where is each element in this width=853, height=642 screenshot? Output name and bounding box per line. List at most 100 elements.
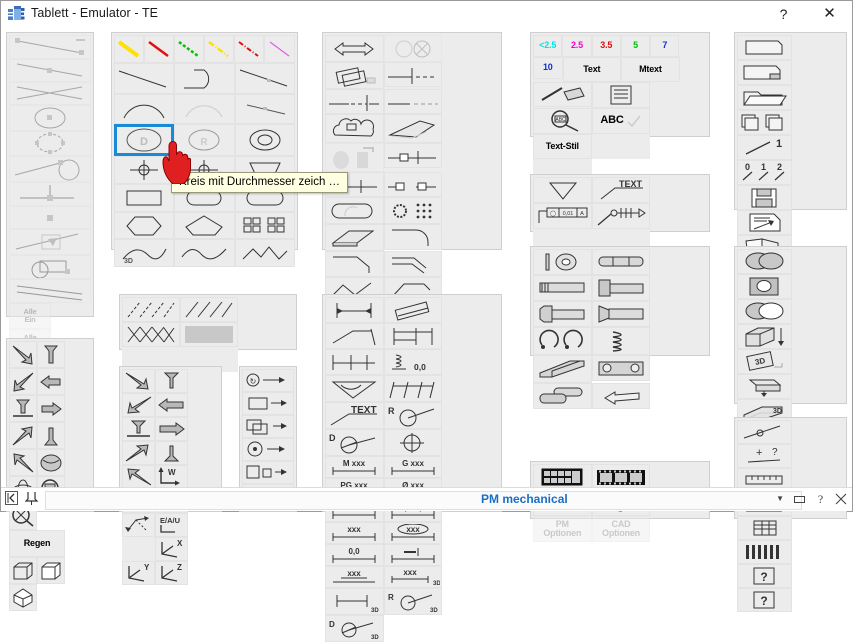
arc-3point-icon[interactable]	[174, 94, 235, 124]
stretch-icon[interactable]	[325, 35, 384, 62]
text-empty-a[interactable]	[591, 134, 651, 159]
mirror-disabled-icon[interactable]	[325, 143, 384, 172]
snap-cell[interactable]	[9, 255, 91, 279]
snap-cell[interactable]	[9, 279, 91, 303]
regen-button[interactable]: Regen	[9, 530, 65, 557]
command-input[interactable]	[45, 491, 802, 510]
open-folder-icon[interactable]	[737, 85, 792, 110]
snap-cell[interactable]	[9, 156, 91, 182]
resize-icon[interactable]	[835, 493, 848, 505]
pan-down-icon[interactable]	[37, 341, 65, 368]
scale-3d-icon[interactable]	[737, 540, 792, 564]
mirror-3d-icon[interactable]	[737, 516, 792, 540]
dim-metric-thread-icon[interactable]: M xxx	[325, 456, 384, 478]
threaded-rod-icon[interactable]	[533, 275, 592, 301]
wedge-solid-icon[interactable]	[383, 114, 443, 143]
circle-radius-icon[interactable]: R	[174, 124, 235, 156]
shaded-box-icon[interactable]	[9, 584, 37, 611]
pan-ne-icon[interactable]	[9, 368, 37, 395]
rotate-disabled-icon[interactable]	[383, 35, 443, 62]
donut-icon[interactable]	[234, 124, 295, 156]
copy-sheets-icon[interactable]	[737, 110, 792, 135]
arrow-block-icon[interactable]	[591, 383, 651, 409]
pentagon-icon[interactable]	[174, 212, 235, 239]
text-height-5[interactable]: 5	[620, 35, 651, 57]
line-segment-icon[interactable]	[234, 63, 295, 94]
text-edit-icon[interactable]	[533, 82, 592, 107]
scale-block-icon[interactable]	[242, 461, 294, 484]
dim-linear-icon[interactable]	[325, 297, 384, 323]
trim-left-icon[interactable]	[383, 62, 443, 87]
ucs-y-icon[interactable]: Y	[122, 561, 155, 585]
dim-diameter-icon[interactable]: D	[325, 429, 384, 456]
surface-finish-icon[interactable]	[533, 177, 592, 203]
table-3d-icon[interactable]: ?	[737, 588, 792, 612]
box-open-icon[interactable]	[737, 324, 792, 349]
dim-chain-icon[interactable]	[383, 375, 443, 402]
dim-text-leader-icon[interactable]: TEXT	[325, 402, 384, 429]
gear-dots-icon[interactable]	[383, 197, 443, 224]
socket-head-screw-icon[interactable]	[591, 275, 651, 301]
copy-3d-icon[interactable]: +?	[737, 444, 792, 468]
linetype-magenta-solid[interactable]	[264, 35, 295, 63]
text-leader-icon[interactable]: TEXT	[591, 177, 651, 203]
dim-radius-3d-icon[interactable]: R 3D	[383, 588, 443, 615]
move-copy-icon[interactable]: ↻	[242, 369, 294, 392]
snap-cell[interactable]	[9, 59, 91, 82]
union-icon[interactable]	[737, 249, 792, 274]
bearing-block-icon[interactable]	[591, 355, 651, 381]
hatch-diagonal-icon[interactable]	[179, 297, 238, 322]
layer-1-icon[interactable]: 1	[737, 135, 792, 160]
arrow-right-icon[interactable]	[155, 417, 188, 441]
chevron-down-icon[interactable]: ▼	[776, 494, 784, 503]
copy-block-icon[interactable]	[242, 415, 294, 438]
wireframe-box-icon[interactable]	[9, 557, 37, 584]
break-gap-icon[interactable]	[383, 172, 443, 197]
polyline-arc-icon[interactable]	[174, 63, 235, 94]
gdt-frame-icon[interactable]: ◯ 0,01 A	[533, 203, 592, 229]
rectangle-icon[interactable]	[114, 184, 175, 212]
dim-center-mark-icon[interactable]	[383, 429, 443, 456]
dim-baseline-icon[interactable]	[383, 323, 443, 349]
extrude-icon[interactable]	[737, 374, 792, 399]
linetype-red-dashdot[interactable]	[234, 35, 264, 63]
mtext-button[interactable]: Mtext	[621, 57, 680, 82]
dim-aligned-icon[interactable]	[383, 297, 443, 323]
wave-icon[interactable]	[174, 239, 235, 267]
dim-tolerance-icon[interactable]	[383, 544, 443, 566]
dim-continue-icon[interactable]	[325, 349, 384, 375]
retaining-ring-icon[interactable]	[533, 327, 592, 355]
break-single-icon[interactable]	[383, 143, 443, 168]
arrow-up-icon[interactable]	[155, 441, 188, 465]
close-button[interactable]: ✕	[807, 1, 852, 27]
rotate-block-icon[interactable]	[242, 438, 294, 461]
dim-zero-label-icon[interactable]: 0,0	[325, 544, 384, 566]
save-icon[interactable]	[737, 185, 792, 210]
text-height-3-5[interactable]: 3.5	[591, 35, 621, 57]
arrow-down-base-icon[interactable]	[122, 417, 155, 441]
arrow-ne-icon[interactable]	[122, 393, 155, 417]
arc-icon[interactable]	[114, 94, 175, 124]
chamfer-icon[interactable]	[325, 251, 384, 277]
trim-3d-icon[interactable]: ?	[737, 564, 792, 588]
short-line-icon[interactable]	[234, 94, 295, 124]
arrow-sw-icon[interactable]	[122, 441, 155, 465]
dim-diameter-3d-icon[interactable]: D 3D	[325, 615, 384, 642]
snap-cell[interactable]	[9, 131, 91, 156]
pm-options-button[interactable]: PM Optionen	[533, 516, 592, 542]
dim-underline-label-icon[interactable]: xxx	[325, 566, 384, 588]
linetype-yellow-solid[interactable]	[114, 35, 144, 63]
trim-right-icon[interactable]	[325, 89, 384, 114]
dowel-pin-icon[interactable]	[591, 249, 651, 275]
text-find-icon[interactable]: ABC	[533, 108, 592, 134]
pan-left-icon[interactable]	[37, 368, 65, 395]
spring-icon[interactable]	[591, 327, 651, 355]
dim-plain-label-icon[interactable]: xxx	[325, 522, 384, 544]
move-block-icon[interactable]	[242, 392, 294, 415]
pin-icon[interactable]	[25, 491, 39, 505]
ucs-x-icon[interactable]: X	[155, 537, 188, 561]
linetype-green-dashed[interactable]	[174, 35, 204, 63]
shade-icon[interactable]	[37, 449, 65, 476]
cad-options-button[interactable]: CAD Optionen	[591, 516, 651, 542]
ucs-z-icon[interactable]: Z	[155, 561, 188, 585]
